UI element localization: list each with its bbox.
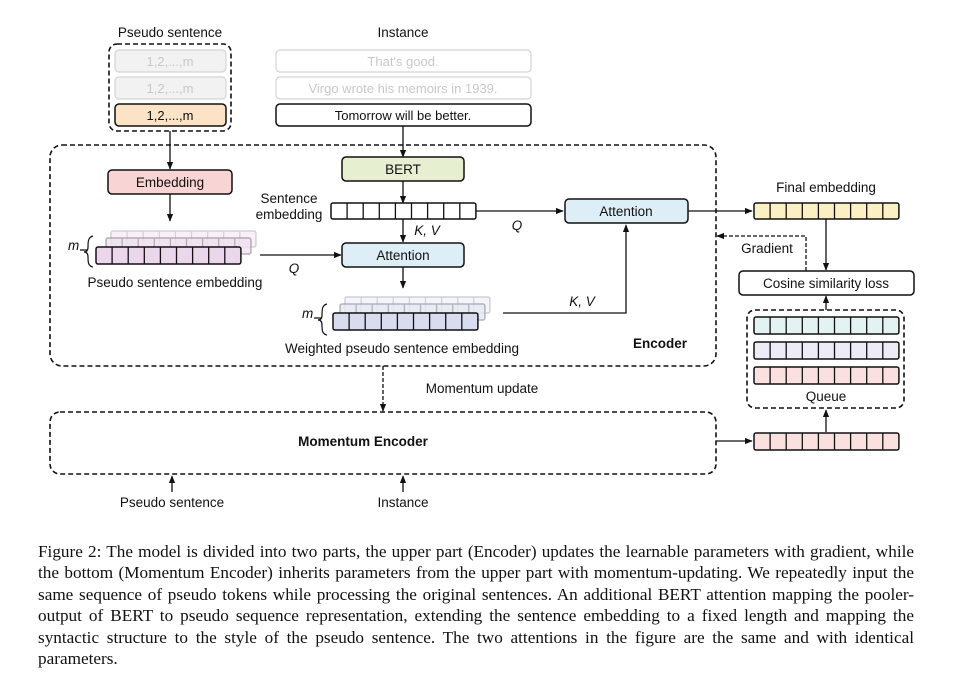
pseudo-token-card-active[interactable]: 1,2,...,m xyxy=(114,103,227,127)
embedding-label: Embedding xyxy=(136,175,204,190)
model-diagram: Pseudo sentence Instance 1,2,...,m 1,2,.… xyxy=(49,25,915,510)
queue-vectors xyxy=(753,316,900,385)
encoder-label: Encoder xyxy=(633,336,688,351)
instance-text: That's good. xyxy=(367,54,438,69)
instance-card-1[interactable]: That's good. xyxy=(275,49,532,73)
stack-layer-front xyxy=(95,246,242,265)
cosine-similarity-loss-block[interactable]: Cosine similarity loss xyxy=(738,270,915,296)
sentence-embedding-label-2: embedding xyxy=(256,207,323,222)
pseudo-sentence-embedding-stack xyxy=(95,230,257,265)
pseudo-token-card-1[interactable]: 1,2,...,m xyxy=(114,49,227,73)
attention-label: Attention xyxy=(599,204,652,219)
instance-title: Instance xyxy=(377,25,428,40)
attention-label: Attention xyxy=(376,248,429,263)
m-label-weighted: m xyxy=(302,306,313,321)
momentum-output-cells xyxy=(753,432,900,451)
weighted-embedding-label: Weighted pseudo sentence embedding xyxy=(285,341,519,356)
brace-icon xyxy=(314,303,328,336)
final-embedding-cells xyxy=(753,202,900,220)
bottom-instance-label: Instance xyxy=(377,495,428,510)
momentum-encoder-label: Momentum Encoder xyxy=(298,434,429,449)
bert-label: BERT xyxy=(385,162,421,177)
pseudo-token-text: 1,2,...,m xyxy=(147,54,194,69)
sentence-embedding-vector xyxy=(330,202,477,220)
queue-row xyxy=(753,316,900,335)
attention-block-lower[interactable]: Attention xyxy=(341,242,465,268)
weighted-embedding-stack xyxy=(332,296,491,331)
brace-icon xyxy=(80,235,94,268)
kv-label-lower: K, V xyxy=(414,223,442,238)
queue-label: Queue xyxy=(806,389,847,404)
sentence-embedding-cells xyxy=(330,202,477,220)
sentence-embedding-label-1: Sentence xyxy=(260,191,317,206)
pseudo-sentence-embedding-label: Pseudo sentence embedding xyxy=(88,275,263,290)
pseudo-token-text: 1,2,...,m xyxy=(147,108,194,123)
bert-block[interactable]: BERT xyxy=(341,156,465,182)
queue-row xyxy=(753,341,900,360)
final-embedding-vector xyxy=(753,202,900,220)
pseudo-token-text: 1,2,...,m xyxy=(147,81,194,96)
q-label-upper: Q xyxy=(512,218,523,233)
embedding-block[interactable]: Embedding xyxy=(107,169,233,195)
momentum-output-vector xyxy=(753,432,900,451)
bottom-pseudo-sentence-label: Pseudo sentence xyxy=(120,495,224,510)
instance-card-2[interactable]: Virgo wrote his memoirs in 1939. xyxy=(275,76,532,100)
pseudo-token-card-2[interactable]: 1,2,...,m xyxy=(114,76,227,100)
queue-row xyxy=(753,366,900,385)
arrow-weighted-to-upper-attention xyxy=(503,224,630,314)
final-embedding-label: Final embedding xyxy=(776,180,876,195)
figure-caption: Figure 2: The model is divided into two … xyxy=(38,542,914,669)
kv-label-upper: K, V xyxy=(569,294,597,309)
pseudo-sentence-title: Pseudo sentence xyxy=(118,25,222,40)
momentum-update-label: Momentum update xyxy=(426,381,539,396)
attention-block-upper[interactable]: Attention xyxy=(564,198,689,224)
q-label-lower: Q xyxy=(289,261,300,276)
cosine-loss-label: Cosine similarity loss xyxy=(763,276,889,291)
instance-text: Tomorrow will be better. xyxy=(335,108,472,123)
instance-card-active[interactable]: Tomorrow will be better. xyxy=(275,103,532,127)
m-label-pseudo: m xyxy=(68,238,79,253)
instance-text: Virgo wrote his memoirs in 1939. xyxy=(308,81,497,96)
stack-layer-front xyxy=(332,312,479,331)
gradient-label: Gradient xyxy=(741,241,793,256)
